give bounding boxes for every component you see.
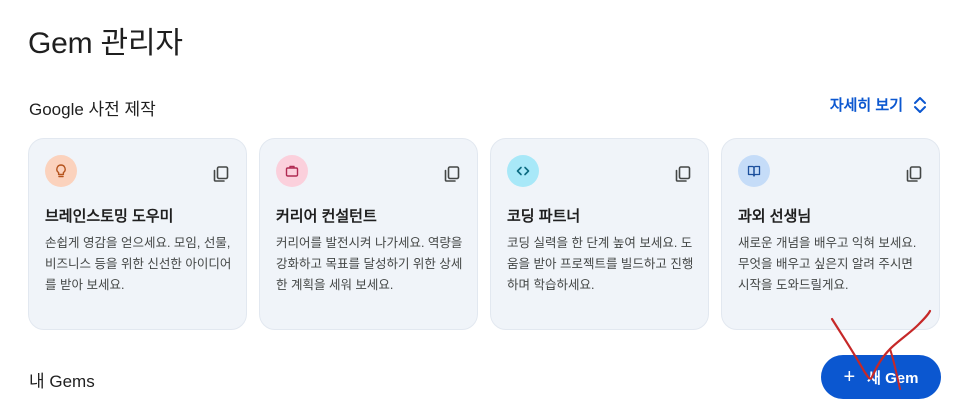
gem-card-coding[interactable]: 코딩 파트너 코딩 실력을 한 단계 높여 보세요. 도움을 받아 프로젝트를 … [490,138,709,330]
show-more-button[interactable]: 자세히 보기 [830,94,927,115]
new-gem-label: 새 Gem [867,369,919,387]
gem-card-title: 과외 선생님 [738,208,812,225]
expand-icon [914,96,926,113]
new-gem-button[interactable]: + 새 Gem [821,355,941,399]
copy-icon[interactable] [210,163,232,185]
copy-icon[interactable] [672,163,694,185]
my-gems-section-title: 내 Gems [29,372,95,391]
show-more-label: 자세히 보기 [829,97,903,114]
gem-card-brainstorm[interactable]: 브레인스토밍 도우미 손쉽게 영감을 얻으세요. 모임, 선물, 비즈니스 등을… [28,138,247,330]
premade-gem-cards: 브레인스토밍 도우미 손쉽게 영감을 얻으세요. 모임, 선물, 비즈니스 등을… [28,138,940,330]
gem-card-description: 새로운 개념을 배우고 익혀 보세요. 무엇을 배우고 싶은지 알려 주시면 시… [738,236,917,292]
lightbulb-icon [45,155,77,187]
gem-card-title: 커리어 컨설턴트 [276,208,377,225]
page-title: Gem 관리자 [28,27,183,60]
code-icon [507,155,539,187]
plus-icon: + [843,366,856,388]
gem-card-description: 코딩 실력을 한 단계 높여 보세요. 도움을 받아 프로젝트를 빌드하고 진행… [507,236,694,292]
book-icon [738,155,770,187]
gem-card-career[interactable]: 커리어 컨설턴트 커리어를 발전시켜 나가세요. 역량을 강화하고 목표를 달성… [259,138,478,330]
gem-card-description: 손쉽게 영감을 얻으세요. 모임, 선물, 비즈니스 등을 위한 신선한 아이디… [45,236,232,292]
gem-card-tutor[interactable]: 과외 선생님 새로운 개념을 배우고 익혀 보세요. 무엇을 배우고 싶은지 알… [721,138,940,330]
premade-section-title: Google 사전 제작 [29,100,156,119]
briefcase-icon [276,155,308,187]
gem-manager-page: Gem 관리자 Google 사전 제작 자세히 보기 브레인스토밍 도우미 손… [0,0,963,415]
copy-icon[interactable] [903,163,925,185]
gem-card-description: 커리어를 발전시켜 나가세요. 역량을 강화하고 목표를 달성하기 위한 상세한… [276,236,463,292]
gem-card-title: 브레인스토밍 도우미 [45,208,174,225]
gem-card-title: 코딩 파트너 [507,208,581,225]
copy-icon[interactable] [441,163,463,185]
